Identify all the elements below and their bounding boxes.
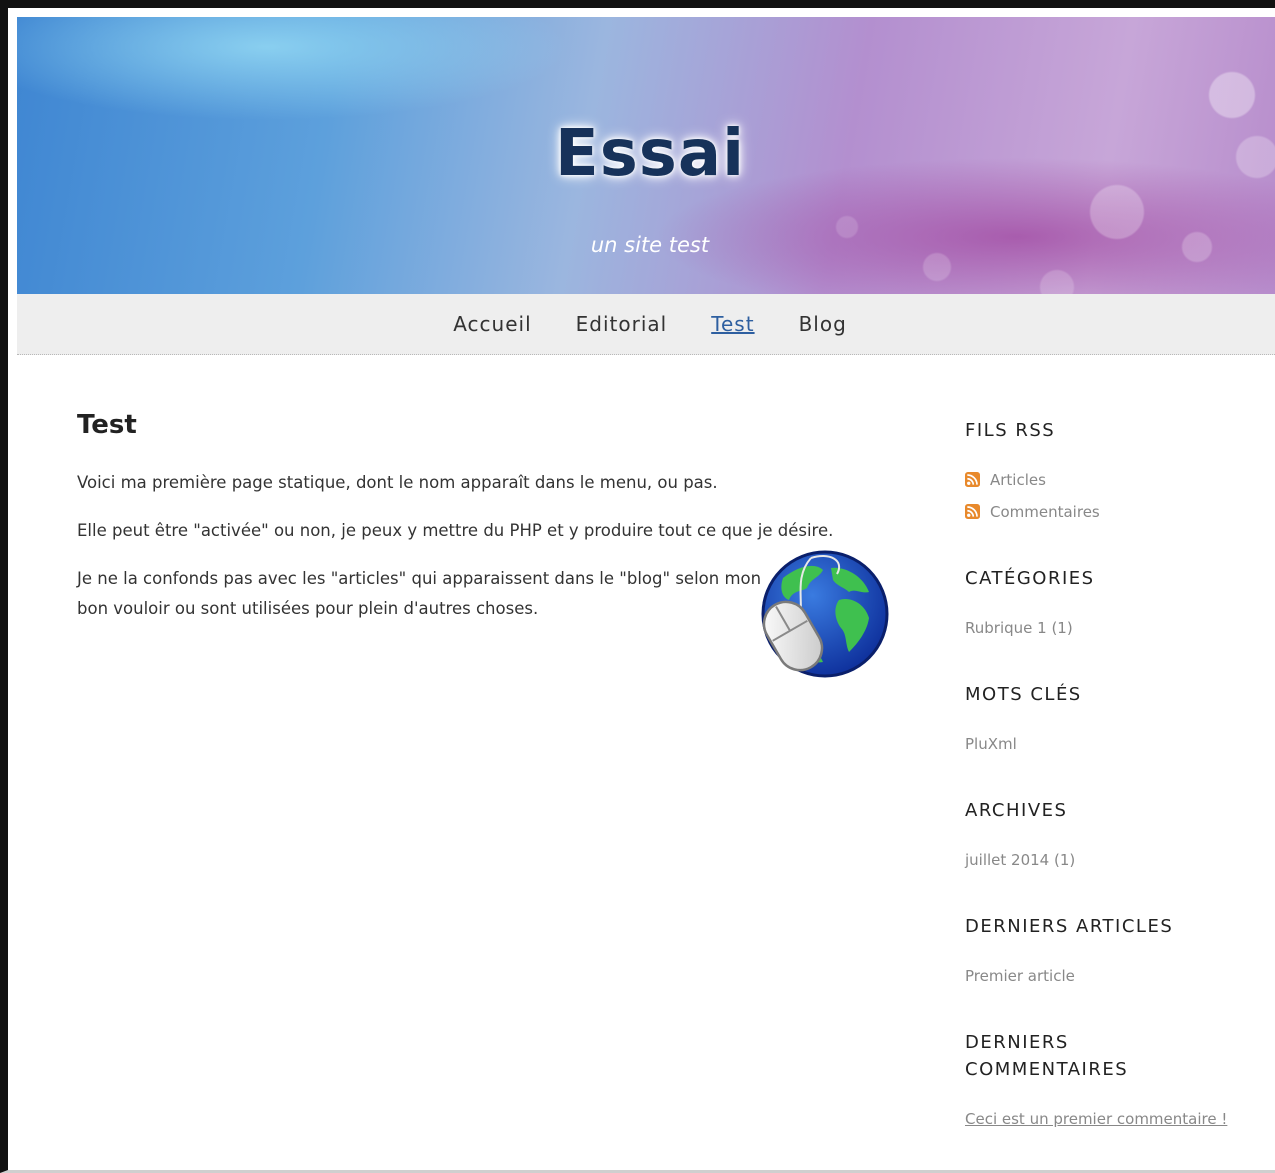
page-title: Test bbox=[77, 410, 137, 440]
nav-item-editorial[interactable]: Editorial bbox=[576, 294, 668, 354]
nav-item-blog[interactable]: Blog bbox=[799, 294, 847, 354]
archive-item[interactable]: juillet 2014 (1) bbox=[965, 844, 1245, 876]
site-subtitle: un site test bbox=[590, 233, 710, 257]
last-comment-item: Ceci est un premier commentaire ! bbox=[965, 1103, 1245, 1135]
rss-comments[interactable]: Commentaires bbox=[965, 496, 1245, 528]
globe-mouse-icon bbox=[761, 550, 889, 678]
browser-frame: Essai un site test Accueil Editorial Tes… bbox=[0, 0, 1275, 1173]
last-article-item[interactable]: Premier article bbox=[965, 960, 1245, 992]
rss-comments-label: Commentaires bbox=[990, 503, 1100, 521]
last-comments-heading-line2: COMMENTAIRES bbox=[965, 1059, 1129, 1080]
last-articles-list: Premier article bbox=[965, 960, 1245, 992]
rss-articles-label: Articles bbox=[990, 471, 1046, 489]
last-comments-heading: DERNIERS COMMENTAIRES bbox=[965, 1029, 1245, 1083]
main-content: Test Voici ma première page statique, do… bbox=[77, 410, 889, 678]
rss-icon bbox=[965, 472, 980, 487]
rss-heading: FILS RSS bbox=[965, 420, 1056, 441]
categories-list: Rubrique 1 (1) bbox=[965, 612, 1245, 644]
paragraph-2: Elle peut être "activée" ou non, je peux… bbox=[77, 521, 834, 540]
main-nav: Accueil Editorial Test Blog bbox=[17, 294, 1275, 355]
last-comment-link[interactable]: Ceci est un premier commentaire ! bbox=[965, 1110, 1227, 1128]
nav-item-test[interactable]: Test bbox=[711, 294, 754, 354]
tags-heading: MOTS CLÉS bbox=[965, 684, 1082, 705]
page-window: Essai un site test Accueil Editorial Tes… bbox=[17, 17, 1275, 1170]
rss-articles[interactable]: Articles bbox=[965, 464, 1245, 496]
archives-heading: ARCHIVES bbox=[965, 800, 1068, 821]
last-articles-heading: DERNIERS ARTICLES bbox=[965, 916, 1174, 937]
sidebar: FILS RSS Articles Commentaires CATÉGORIE… bbox=[965, 417, 1245, 1170]
rss-icon bbox=[965, 504, 980, 519]
tags-list: PluXml bbox=[965, 728, 1245, 760]
paragraph-1: Voici ma première page statique, dont le… bbox=[77, 473, 718, 492]
last-comments-list: Ceci est un premier commentaire ! bbox=[965, 1103, 1245, 1135]
paragraph-3: Je ne la confonds pas avec les "articles… bbox=[77, 569, 762, 618]
nav-item-accueil[interactable]: Accueil bbox=[453, 294, 531, 354]
archives-list: juillet 2014 (1) bbox=[965, 844, 1245, 876]
tag-item[interactable]: PluXml bbox=[965, 728, 1245, 760]
rss-list: Articles Commentaires bbox=[965, 464, 1245, 528]
header-banner: Essai un site test bbox=[17, 17, 1275, 294]
site-title[interactable]: Essai bbox=[17, 117, 1275, 191]
categories-heading: CATÉGORIES bbox=[965, 568, 1095, 589]
last-comments-heading-line1: DERNIERS bbox=[965, 1032, 1069, 1053]
category-item[interactable]: Rubrique 1 (1) bbox=[965, 612, 1245, 644]
